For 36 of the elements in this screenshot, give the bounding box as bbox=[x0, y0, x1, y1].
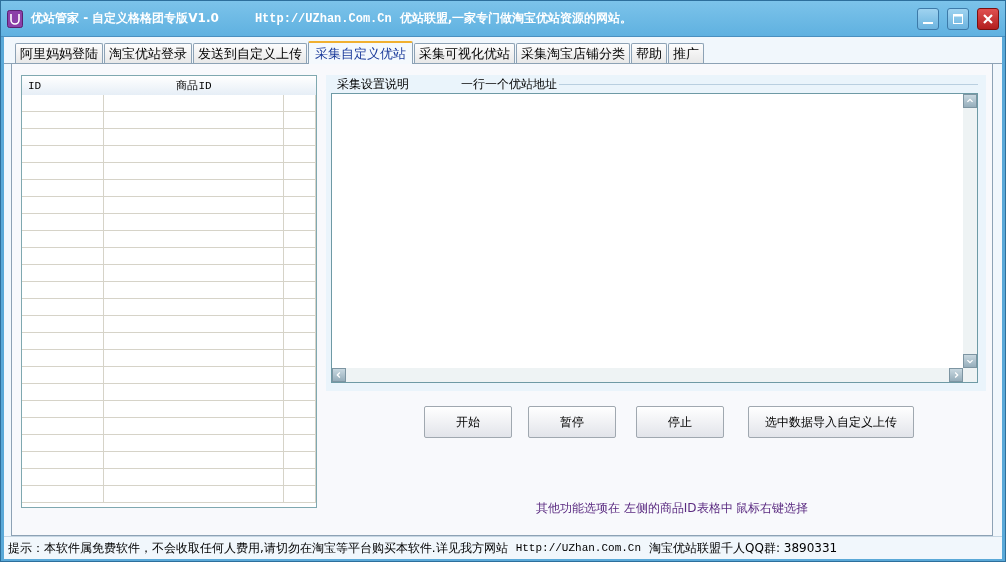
tab[interactable]: 推广 bbox=[668, 43, 704, 63]
close-button[interactable] bbox=[977, 7, 999, 30]
tab[interactable]: 采集自定义优站 bbox=[308, 41, 413, 64]
status-link[interactable]: Http://UZhan.Com.Cn bbox=[515, 542, 642, 554]
scroll-left-icon[interactable] bbox=[332, 368, 346, 382]
scroll-up-icon[interactable] bbox=[963, 94, 977, 108]
app-logo-icon bbox=[7, 9, 23, 28]
minimize-button[interactable] bbox=[917, 7, 939, 30]
status-notice: 提示：本软件属免费软件，不会收取任何人费用,请切勿在淘宝等平台购买本软件.详见我方网站 bbox=[8, 539, 508, 557]
tab[interactable]: 采集淘宝店铺分类 bbox=[516, 43, 630, 63]
column-header: ID bbox=[27, 79, 43, 92]
field-label: 一行一个优站地址 bbox=[461, 75, 557, 93]
action-button[interactable]: 暂停 bbox=[528, 406, 616, 438]
hint-text: 其他功能选项在 左侧的商品ID表格中 鼠标右键选择 bbox=[536, 500, 810, 517]
action-button[interactable]: 停止 bbox=[636, 406, 724, 438]
vertical-scrollbar[interactable] bbox=[963, 94, 977, 368]
horizontal-scrollbar[interactable] bbox=[332, 368, 963, 382]
column-header: 商品ID bbox=[175, 79, 213, 93]
window-title: 优站管家 - 自定义格格团专版V1.0 bbox=[31, 10, 219, 27]
status-qq-group: 淘宝优站联盟千人QQ群: 3890331 bbox=[649, 539, 838, 557]
tab[interactable]: 帮助 bbox=[631, 43, 667, 63]
action-button[interactable]: 选中数据导入自定义上传 bbox=[748, 406, 914, 438]
scroll-down-icon[interactable] bbox=[963, 354, 977, 368]
tab[interactable]: 阿里妈妈登陆 bbox=[15, 43, 103, 63]
group-legend: 采集设置说明 bbox=[331, 75, 461, 93]
scroll-right-icon[interactable] bbox=[949, 368, 963, 382]
action-button[interactable]: 开始 bbox=[424, 406, 512, 438]
maximize-icon bbox=[952, 12, 964, 25]
minimize-icon bbox=[923, 21, 933, 24]
maximize-button[interactable] bbox=[947, 7, 969, 30]
scrollbar-corner bbox=[963, 368, 977, 382]
tab[interactable]: 采集可视化优站 bbox=[414, 43, 515, 63]
tab[interactable]: 发送到自定义上传 bbox=[193, 43, 307, 63]
close-icon bbox=[982, 12, 994, 25]
window-slogan: 优站联盟,一家专门做淘宝优站资源的网站。 bbox=[399, 10, 633, 27]
tab[interactable]: 淘宝优站登录 bbox=[104, 43, 192, 63]
